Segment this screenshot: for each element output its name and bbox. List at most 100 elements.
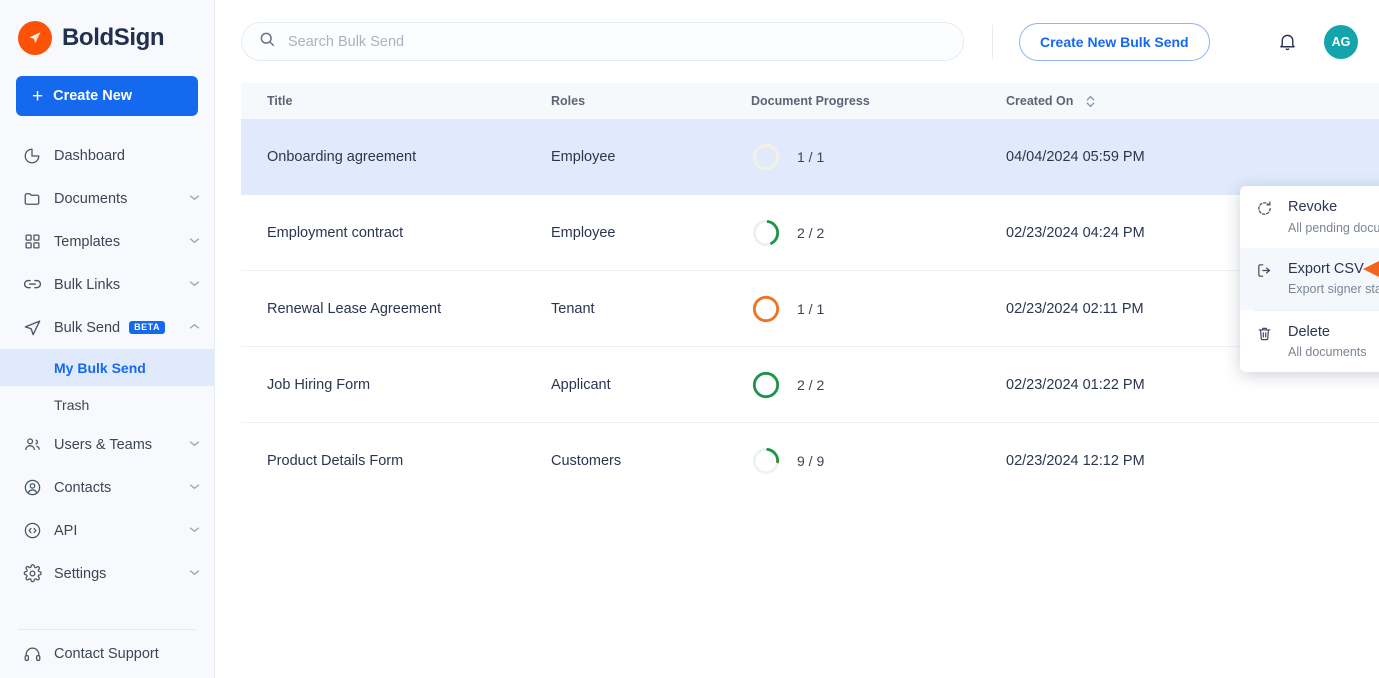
sidebar-item-my-bulk-send[interactable]: My Bulk Send	[0, 349, 214, 386]
cell-title: Renewal Lease Agreement	[267, 300, 442, 317]
cell-created-on: 02/23/2024 01:22 PM	[1006, 376, 1145, 393]
dashboard-pie-icon	[22, 146, 42, 166]
cell-roles: Customers	[551, 453, 622, 469]
table-row[interactable]: Employment contract Employee 2 / 2 02/23…	[241, 195, 1379, 271]
contact-circle-icon	[22, 478, 42, 498]
sidebar-item-trash[interactable]: Trash	[0, 386, 214, 423]
column-header-created-on-label: Created On	[1006, 94, 1074, 108]
headset-icon	[22, 644, 42, 664]
trash-icon	[1256, 323, 1274, 361]
table-row[interactable]: Job Hiring Form Applicant 2 / 2 02/23/20…	[241, 347, 1379, 423]
chevron-down-icon[interactable]	[189, 237, 200, 247]
link-icon	[22, 275, 42, 295]
create-new-button[interactable]: + Create New	[16, 76, 198, 116]
contact-support-item[interactable]: Contact Support	[0, 630, 214, 678]
cell-roles: Applicant	[551, 376, 611, 393]
main-content: Create New Bulk Send AG Title Roles Docu…	[215, 0, 1379, 678]
cell-title: Product Details Form	[267, 453, 404, 469]
cell-roles: Employee	[551, 224, 616, 241]
boldsign-logo-icon	[18, 21, 52, 55]
chevron-down-icon[interactable]	[189, 483, 200, 493]
table-row[interactable]: Onboarding agreement Employee 1 / 1 04/0…	[241, 119, 1379, 195]
sidebar-item-settings[interactable]: Settings	[0, 552, 214, 595]
cell-title: Onboarding agreement	[267, 148, 417, 165]
context-menu-item-revoke[interactable]: Revoke All pending documents	[1240, 186, 1379, 248]
gear-icon	[22, 564, 42, 584]
chevron-down-icon[interactable]	[189, 280, 200, 290]
sidebar-item-bulk-send[interactable]: Bulk Send BETA	[0, 306, 214, 349]
cell-roles: Tenant	[551, 300, 595, 317]
chevron-down-icon[interactable]	[189, 526, 200, 536]
folder-icon	[22, 189, 42, 209]
sidebar-label: Settings	[54, 565, 107, 582]
sidebar-label: Users & Teams	[54, 436, 153, 453]
table-row[interactable]: Renewal Lease Agreement Tenant 1 / 1 02/…	[241, 271, 1379, 347]
sidebar-label: Bulk Send	[54, 319, 121, 336]
sidebar-label: Documents	[54, 190, 128, 207]
search-bar[interactable]	[241, 22, 964, 61]
column-header-title: Title	[267, 94, 293, 108]
progress-ring	[752, 219, 780, 246]
code-circle-icon	[22, 521, 42, 541]
progress-ring	[752, 295, 780, 322]
brand-name: BoldSign	[62, 24, 165, 51]
sidebar-label: Dashboard	[54, 147, 125, 164]
row-actions-context-menu: Revoke All pending documents Export CSV …	[1240, 186, 1379, 373]
sidebar-item-templates[interactable]: Templates	[0, 220, 214, 263]
cell-created-on: 04/04/2024 05:59 PM	[1006, 148, 1145, 165]
sidebar-item-contacts[interactable]: Contacts	[0, 466, 214, 509]
context-menu-subtitle: Export signer status, form data	[1288, 282, 1379, 297]
context-menu-item-delete[interactable]: Delete All documents	[1240, 311, 1379, 373]
brand: BoldSign	[0, 0, 214, 58]
sub-item-label: My Bulk Send	[54, 359, 146, 376]
create-new-bulk-send-button[interactable]: Create New Bulk Send	[1019, 22, 1210, 61]
chevron-down-icon[interactable]	[189, 440, 200, 450]
table-row[interactable]: Product Details Form Customers 9 / 9 02/…	[241, 423, 1379, 499]
chevron-down-icon[interactable]	[189, 194, 200, 204]
context-menu-item-export-csv[interactable]: Export CSV Export signer status, form da…	[1240, 247, 1379, 310]
chevron-up-icon[interactable]	[189, 323, 200, 333]
avatar[interactable]: AG	[1324, 24, 1358, 59]
sidebar-nav: Dashboard Documents Templates Bulk Links…	[0, 134, 214, 629]
sidebar-item-dashboard[interactable]: Dashboard	[0, 134, 214, 177]
bulk-send-table: Title Roles Document Progress Created On…	[241, 83, 1379, 499]
sidebar-item-bulk-links[interactable]: Bulk Links	[0, 263, 214, 306]
topbar: Create New Bulk Send AG	[215, 0, 1379, 83]
sidebar-item-users-teams[interactable]: Users & Teams	[0, 423, 214, 466]
sub-item-label: Trash	[54, 396, 90, 413]
chevron-down-icon[interactable]	[189, 569, 200, 579]
column-header-roles: Roles	[551, 94, 586, 108]
cell-roles: Employee	[551, 148, 616, 165]
create-new-label: Create New	[53, 88, 133, 104]
bell-icon[interactable]	[1277, 31, 1298, 52]
sort-updown-icon[interactable]	[1085, 94, 1096, 109]
cell-created-on: 02/23/2024 04:24 PM	[1006, 224, 1145, 241]
cell-progress: 9 / 9	[751, 446, 1006, 476]
column-header-created-on[interactable]: Created On	[1006, 94, 1096, 109]
sidebar: BoldSign + Create New Dashboard Document…	[0, 0, 215, 678]
progress-ratio: 2 / 2	[797, 224, 825, 241]
sidebar-item-documents[interactable]: Documents	[0, 177, 214, 220]
progress-ratio: 1 / 1	[797, 300, 825, 317]
sidebar-label: Bulk Links	[54, 276, 121, 293]
sidebar-label: API	[54, 522, 78, 539]
sidebar-item-api[interactable]: API	[0, 509, 214, 552]
sidebar-label: Templates	[54, 233, 121, 250]
progress-ring	[752, 371, 780, 398]
search-input[interactable]	[288, 33, 947, 50]
topbar-right: AG	[1277, 24, 1358, 59]
export-icon	[1256, 260, 1274, 298]
cell-created-on: 02/23/2024 12:12 PM	[1006, 453, 1145, 469]
users-icon	[22, 435, 42, 455]
progress-ratio: 1 / 1	[797, 148, 825, 165]
contact-support-label: Contact Support	[54, 646, 159, 662]
context-menu-title: Revoke	[1288, 199, 1338, 215]
cell-created-on: 02/23/2024 02:11 PM	[1006, 300, 1144, 317]
cell-progress: 1 / 1	[751, 294, 1006, 324]
beta-badge: BETA	[129, 320, 165, 335]
context-menu-title: Delete	[1288, 323, 1330, 340]
context-menu-subtitle: All pending documents	[1288, 220, 1379, 235]
cell-progress: 1 / 1	[751, 142, 1006, 172]
cell-title: Employment contract	[267, 224, 404, 241]
context-menu-title: Export CSV	[1288, 260, 1364, 277]
